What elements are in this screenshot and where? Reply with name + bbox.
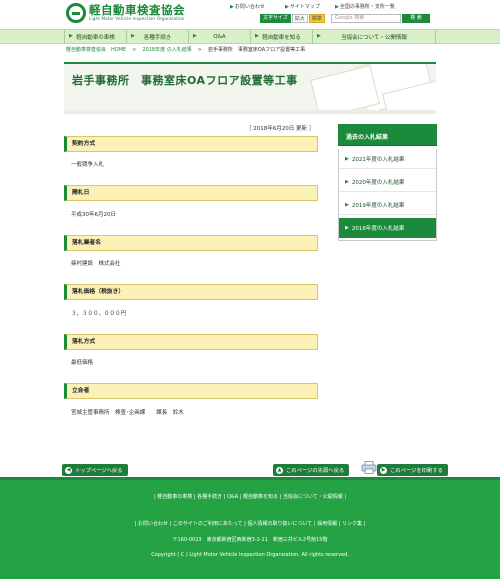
section-value-winning-price: ３，３００，０００円 bbox=[71, 311, 127, 317]
sidebar-title: 過去の入札結果 bbox=[338, 124, 437, 146]
footer-top-bar bbox=[0, 477, 500, 480]
section-value-witness: 宮城主管事務所 検査･企画課 課長 鈴木 bbox=[71, 410, 184, 416]
section-heading-witness: 立会者 bbox=[64, 383, 318, 399]
breadcrumb-home[interactable]: 軽自動車検査協会 HOME bbox=[66, 47, 126, 53]
nav-item-inspection[interactable]: ▶ 軽自動車の車検 bbox=[64, 30, 126, 44]
banner-stripe bbox=[64, 110, 436, 114]
logo-subtitle: Light Motor Vehicle Inspection Organizat… bbox=[89, 16, 185, 21]
back-to-top-page-button[interactable]: ◀ トップページへ戻る bbox=[62, 464, 128, 476]
font-size-label: 文字サイズ bbox=[260, 14, 291, 23]
arrow-up-icon: ▲ bbox=[276, 466, 283, 474]
nav-item-procedures[interactable]: ▶ 各種手続き bbox=[126, 30, 188, 44]
search-input[interactable]: Google 検索 bbox=[331, 14, 401, 23]
arrow-right-icon: ▶ bbox=[380, 466, 387, 474]
section-value-contract-method: 一般競争入札 bbox=[71, 162, 105, 168]
site-logo[interactable]: 軽自動車検査協会 Light Motor Vehicle Inspection … bbox=[66, 3, 185, 23]
contact-link[interactable]: ▶お問い合わせ bbox=[230, 3, 265, 10]
sitemap-link[interactable]: ▶サイトマップ bbox=[285, 3, 320, 10]
printer-icon[interactable] bbox=[361, 461, 377, 474]
global-nav: ▶ 軽自動車の車検 ▶ 各種手続き ▶ Q&A ▶ 軽自動車を知る ▶ 当協会について・公… bbox=[0, 29, 500, 44]
logo-mark-icon bbox=[66, 3, 86, 23]
section-heading-opening-date: 開札日 bbox=[64, 185, 318, 201]
sidebar-past-results: 過去の入札結果 ▶ 2021年度の入札結果 ▶ 2020年度の入札結果 ▶ 2019年… bbox=[338, 124, 437, 241]
footer-address: 〒160-0023 東京都新宿区西新宿3-2-11 新宿三井ビル2号館15階 bbox=[172, 537, 328, 543]
arrow-right-icon: ▶ bbox=[345, 201, 349, 208]
breadcrumb-parent[interactable]: 2018年度 の入札結果 bbox=[142, 47, 191, 53]
breadcrumb-separator: > bbox=[197, 47, 202, 53]
arrow-right-icon: ▶ bbox=[345, 178, 349, 185]
font-size-large-button[interactable]: 拡大 bbox=[291, 14, 308, 23]
arrow-right-icon: ▶ bbox=[317, 33, 321, 39]
arrow-right-icon: ▶ bbox=[230, 4, 234, 10]
arrow-right-icon: ▶ bbox=[131, 33, 135, 39]
section-value-opening-date: 平成30年6月20日 bbox=[71, 212, 116, 218]
breadcrumb: 軽自動車検査協会 HOME >2018年度 の入札結果 > 岩手事務所 事務室床OAフ… bbox=[66, 46, 305, 53]
offices-link[interactable]: ▶全国の事務所・支所一覧 bbox=[335, 3, 395, 10]
page-title-banner: 岩手事務所 事務室床OAフロア設置等工事 bbox=[64, 62, 436, 114]
footer-copyright: Copyright ( C ) Light Motor Vehicle Insp… bbox=[151, 552, 349, 558]
sidebar-item-2019[interactable]: ▶ 2019年度の入札結果 bbox=[339, 195, 436, 215]
print-page-button[interactable]: ▶ このページを印刷する bbox=[377, 464, 448, 476]
search-button[interactable]: 検 索 bbox=[402, 14, 430, 23]
site-header: 軽自動車検査協会 Light Motor Vehicle Inspection … bbox=[0, 0, 500, 28]
arrow-right-icon: ▶ bbox=[345, 155, 349, 162]
page-top-button[interactable]: ▲ このページの先頭へ戻る bbox=[273, 464, 350, 476]
arrow-right-icon: ▶ bbox=[69, 33, 73, 39]
section-heading-winning-price: 落札価格（税抜き） bbox=[64, 284, 318, 300]
arrow-left-icon: ◀ bbox=[65, 466, 72, 474]
arrow-right-icon: ▶ bbox=[345, 225, 349, 231]
section-value-winning-bidder: 篠村建設 株式会社 bbox=[71, 261, 121, 267]
site-footer: | 軽自動車の車検 | 各種手続き | Q&A | 軽自動車を知る | 当協会に… bbox=[0, 477, 500, 579]
arrow-right-icon: ▶ bbox=[335, 4, 339, 10]
section-heading-contract-method: 契約方式 bbox=[64, 136, 318, 152]
section-value-award-method: 最低価格 bbox=[71, 360, 94, 366]
arrow-right-icon: ▶ bbox=[285, 4, 289, 10]
sidebar-item-2018[interactable]: ▶ 2018年度の入札結果 bbox=[339, 218, 436, 238]
nav-item-learn[interactable]: ▶ 軽自動車を知る bbox=[250, 30, 312, 44]
font-size-control: 文字サイズ 拡大 標準 bbox=[260, 14, 325, 23]
arrow-right-icon: ▶ bbox=[193, 33, 197, 39]
arrow-right-icon: ▶ bbox=[255, 33, 259, 39]
nav-item-about[interactable]: ▶ 当協会について・公開情報 bbox=[312, 30, 436, 44]
logo-name: 軽自動車検査協会 bbox=[89, 3, 185, 17]
footer-nav[interactable]: | 軽自動車の車検 | 各種手続き | Q&A | 軽自動車を知る | 当協会に… bbox=[0, 493, 500, 500]
footer-links[interactable]: | お問い合わせ | このサイトのご利用にあたって | 個人情報の取り扱いについ… bbox=[0, 520, 500, 527]
nav-item-qa[interactable]: ▶ Q&A bbox=[188, 30, 250, 44]
breadcrumb-current: 岩手事務所 事務室床OAフロア設置等工事 bbox=[207, 47, 306, 53]
updated-date: ［ 2018年6月20日 更新 ］ bbox=[246, 126, 315, 132]
page-title: 岩手事務所 事務室床OAフロア設置等工事 bbox=[72, 74, 298, 87]
sidebar-item-2021[interactable]: ▶ 2021年度の入札結果 bbox=[339, 149, 436, 169]
breadcrumb-separator: > bbox=[132, 47, 137, 53]
sidebar-item-2020[interactable]: ▶ 2020年度の入札結果 bbox=[339, 172, 436, 192]
font-size-standard-button[interactable]: 標準 bbox=[308, 14, 325, 23]
section-heading-winning-bidder: 落札業者名 bbox=[64, 235, 318, 251]
section-heading-award-method: 落札方式 bbox=[64, 334, 318, 350]
